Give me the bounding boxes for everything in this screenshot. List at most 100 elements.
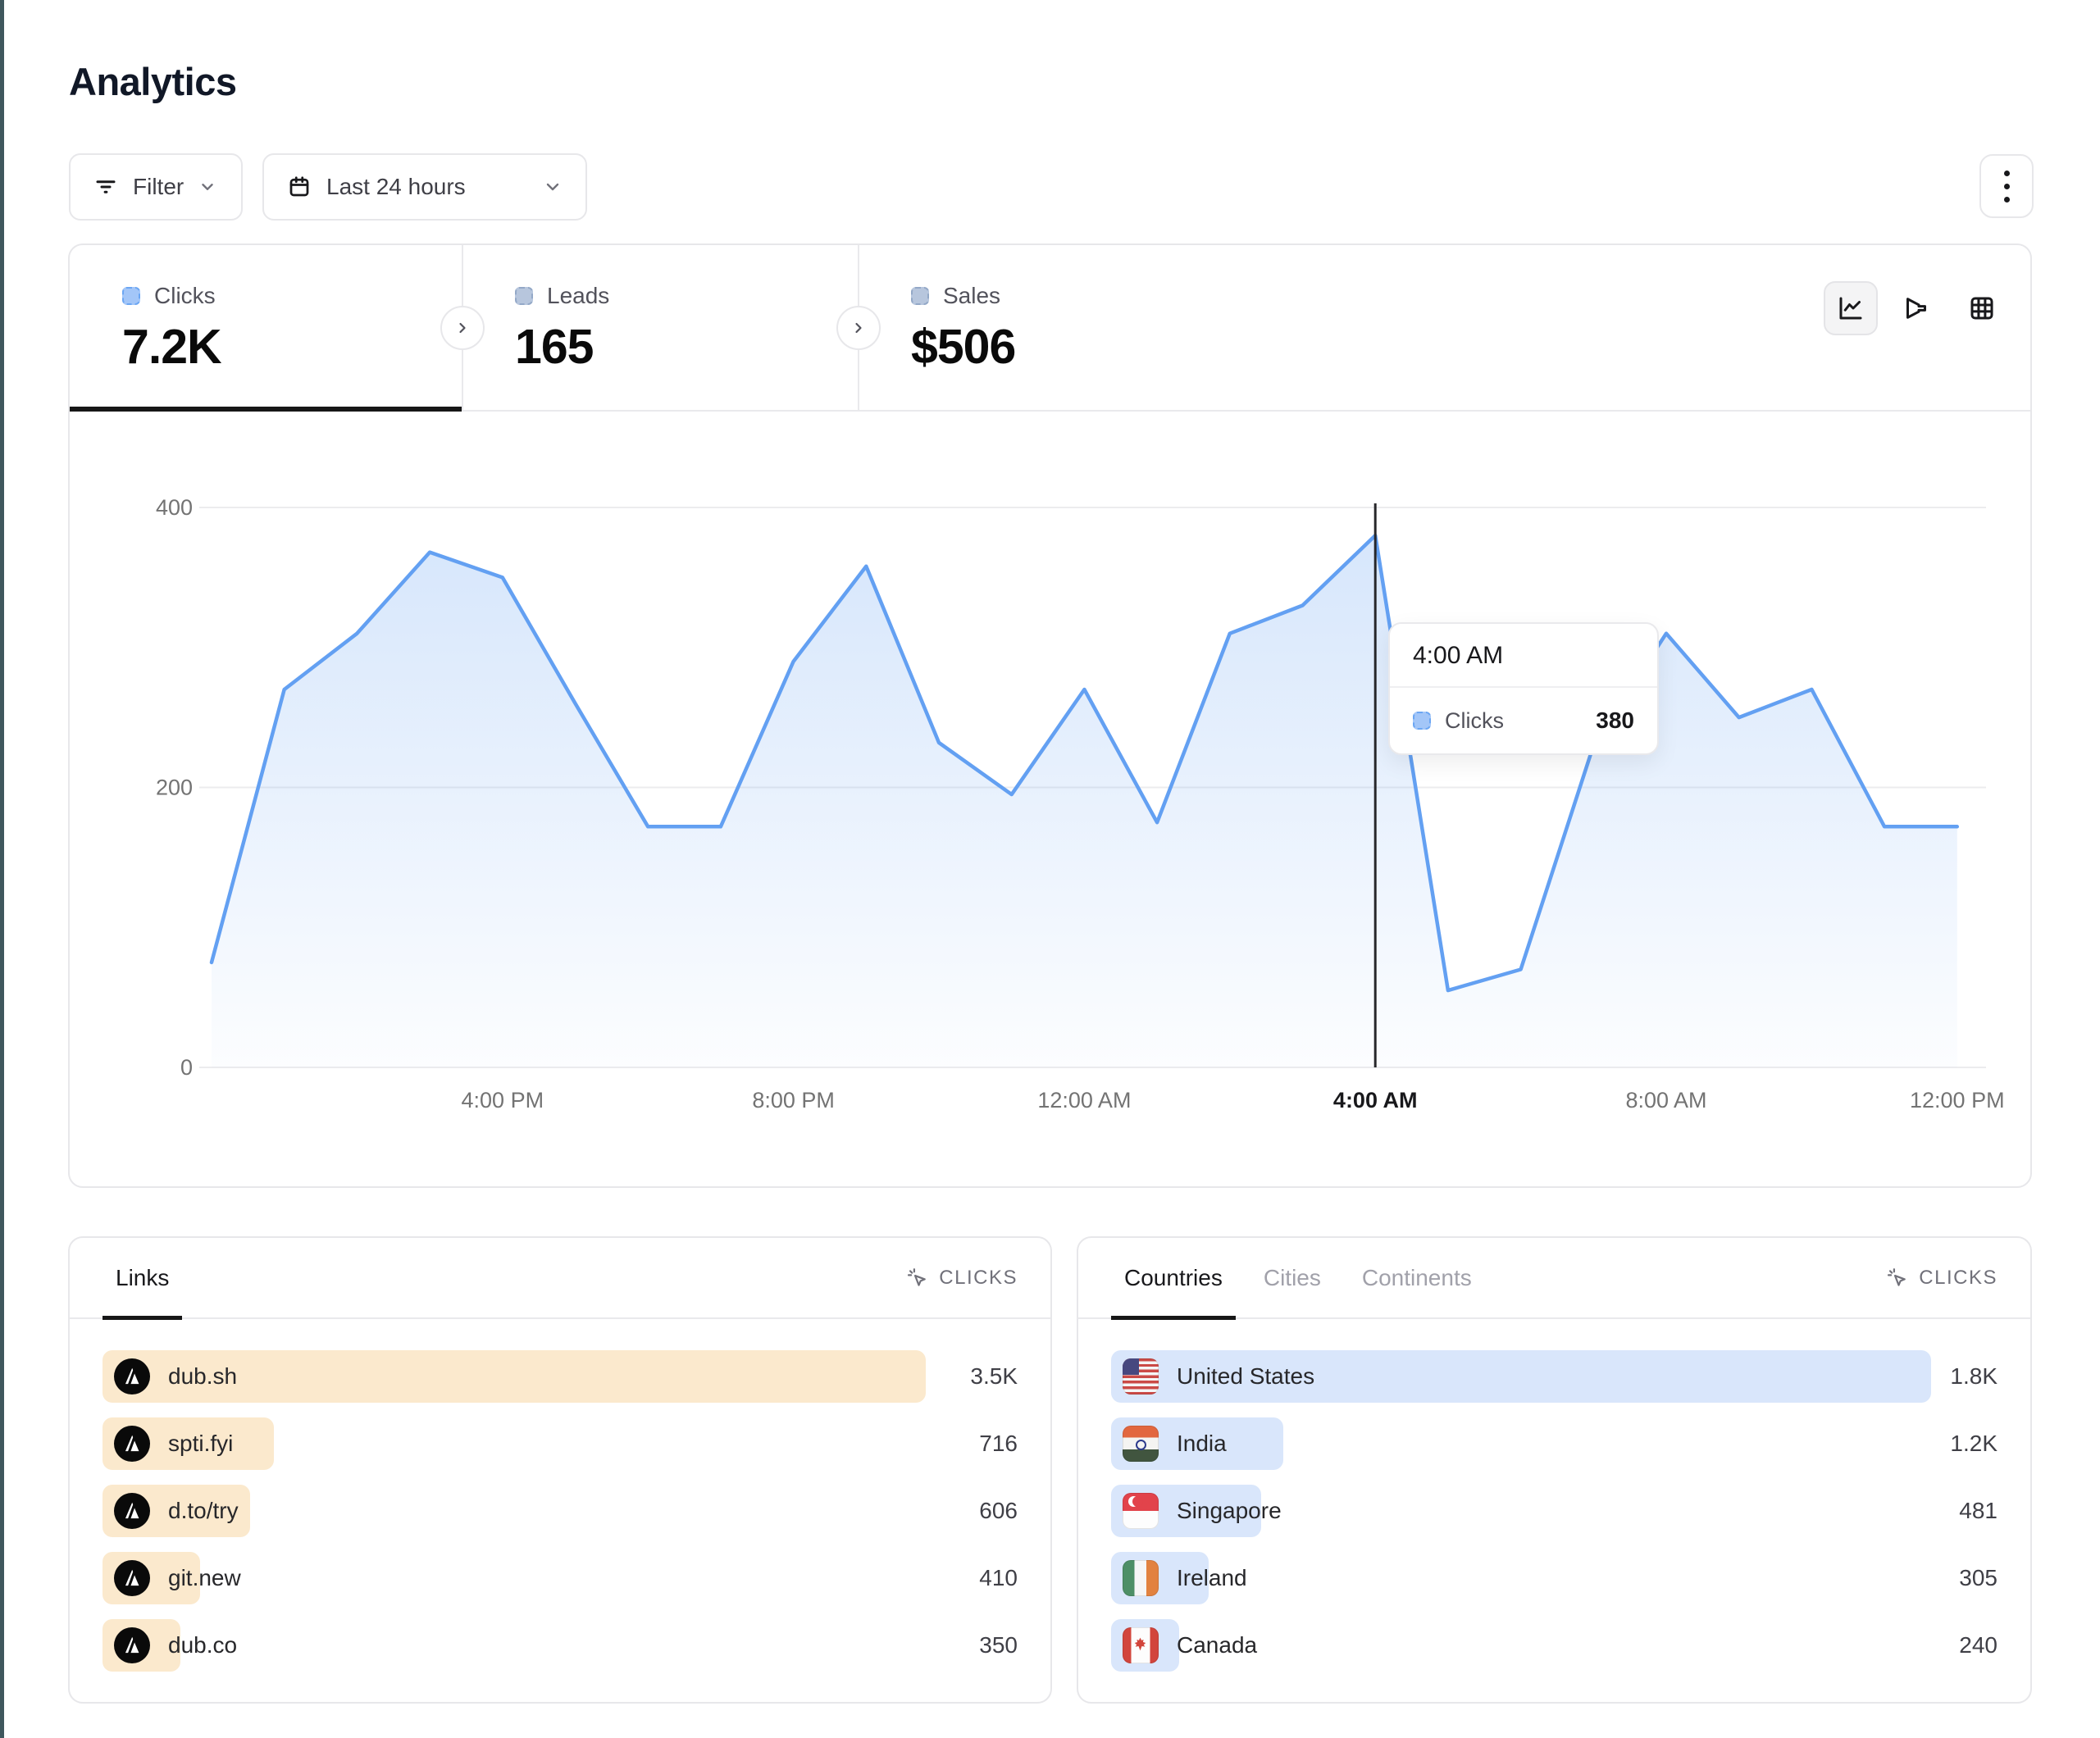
row-value: 350: [979, 1632, 1018, 1658]
links-panel-header: Links CLICKS: [70, 1238, 1050, 1319]
row-label: dub.sh: [168, 1363, 237, 1390]
tab-countries[interactable]: Countries: [1111, 1237, 1236, 1318]
page-title: Analytics: [69, 59, 236, 104]
clicks-metric-caption[interactable]: CLICKS: [1886, 1267, 1998, 1290]
cursor-click-icon: [1886, 1267, 1909, 1290]
svg-text:8:00 PM: 8:00 PM: [752, 1088, 835, 1112]
row-label: United States: [1177, 1363, 1314, 1390]
countries-panel: Countries Cities Continents CLICKS Unite…: [1077, 1236, 2032, 1704]
svg-text:0: 0: [180, 1055, 193, 1080]
line-chart-icon: [1836, 293, 1865, 323]
row-label: Ireland: [1177, 1565, 1247, 1591]
dub-logo-icon: [114, 1358, 150, 1394]
window-edge-strip: [0, 0, 4, 1738]
cursor-click-icon: [906, 1267, 929, 1290]
kebab-menu-icon: [2004, 171, 2010, 176]
chevron-down-icon: [543, 177, 563, 197]
tooltip-series-label: Clicks: [1445, 708, 1504, 734]
row-label: git.new: [168, 1565, 241, 1591]
row-label: India: [1177, 1431, 1227, 1457]
list-item[interactable]: Ireland 305: [1111, 1552, 1998, 1604]
row-value: 3.5K: [970, 1363, 1018, 1390]
filter-lines-icon: [93, 175, 118, 199]
countries-panel-header: Countries Cities Continents CLICKS: [1078, 1238, 2030, 1319]
row-value: 481: [1959, 1498, 1998, 1524]
analytics-chart-card: Clicks 7.2K Leads 165: [68, 243, 2032, 1188]
calendar-icon: [287, 175, 312, 199]
expand-metrics-button[interactable]: [440, 306, 485, 350]
row-value: 606: [979, 1498, 1018, 1524]
tab-cities[interactable]: Cities: [1250, 1237, 1334, 1318]
table-view-button[interactable]: [1955, 281, 2009, 335]
list-item[interactable]: dub.sh 3.5K: [102, 1350, 1018, 1403]
dub-logo-icon: [114, 1426, 150, 1462]
maple-leaf-icon: [1132, 1636, 1148, 1652]
links-tab-label: Links: [116, 1265, 169, 1291]
clicks-legend-swatch: [1413, 712, 1431, 730]
links-list: dub.sh 3.5K spti.fyi 716 d.to/try 606 git.new 4…: [70, 1319, 1050, 1672]
tab-links[interactable]: Links: [102, 1237, 182, 1318]
chevron-right-icon: [454, 320, 471, 336]
chevron-down-icon: [198, 178, 216, 196]
svg-text:200: 200: [156, 776, 193, 800]
row-label: Singapore: [1177, 1498, 1282, 1524]
row-value: 410: [979, 1565, 1018, 1591]
list-item[interactable]: dub.co 350: [102, 1619, 1018, 1672]
clicks-metric-caption[interactable]: CLICKS: [906, 1267, 1018, 1290]
list-item[interactable]: India 1.2K: [1111, 1417, 1998, 1470]
tab-continents[interactable]: Continents: [1349, 1237, 1485, 1318]
links-panel: Links CLICKS dub.sh 3.5K spti.fyi 716 d.to/t…: [68, 1236, 1052, 1704]
chevron-right-icon: [850, 320, 867, 336]
list-item[interactable]: Singapore 481: [1111, 1485, 1998, 1537]
row-value: 716: [979, 1431, 1018, 1457]
filter-button[interactable]: Filter: [69, 153, 243, 221]
svg-text:4:00 AM: 4:00 AM: [1333, 1088, 1418, 1112]
svg-text:12:00 PM: 12:00 PM: [1910, 1088, 2005, 1112]
list-item[interactable]: spti.fyi 716: [102, 1417, 1018, 1470]
dub-logo-icon: [114, 1493, 150, 1529]
list-item[interactable]: United States 1.8K: [1111, 1350, 1998, 1403]
table-grid-icon: [1967, 293, 1997, 323]
chart-canvas[interactable]: 02004004:00 PM8:00 PM12:00 AM4:00 AM8:00…: [70, 245, 2030, 1186]
cities-tab-label: Cities: [1264, 1265, 1321, 1291]
row-value: 305: [1959, 1565, 1998, 1591]
flag-icon-sg: [1123, 1493, 1159, 1529]
countries-tab-label: Countries: [1124, 1265, 1223, 1291]
filter-button-label: Filter: [133, 174, 184, 200]
countries-list: United States 1.8K India 1.2K Singapore 481 Ir…: [1078, 1319, 2030, 1672]
tooltip-value: 380: [1596, 707, 1634, 734]
flag-icon-ca: [1123, 1627, 1159, 1663]
line-chart-view-button[interactable]: [1824, 281, 1878, 335]
list-item[interactable]: d.to/try 606: [102, 1485, 1018, 1537]
tooltip-time: 4:00 AM: [1390, 624, 1657, 688]
analytics-page: Analytics Filter Last 24 hours Clicks: [0, 0, 2100, 1738]
continents-tab-label: Continents: [1362, 1265, 1472, 1291]
row-value: 1.2K: [1950, 1431, 1998, 1457]
flag-icon-ie: [1123, 1560, 1159, 1596]
row-label: dub.co: [168, 1632, 237, 1658]
dub-logo-icon: [114, 1560, 150, 1596]
list-item[interactable]: git.new 410: [102, 1552, 1018, 1604]
metric-caption-label: CLICKS: [939, 1267, 1018, 1290]
date-range-label: Last 24 hours: [326, 174, 466, 200]
svg-text:8:00 AM: 8:00 AM: [1625, 1088, 1706, 1112]
metric-caption-label: CLICKS: [1919, 1267, 1998, 1290]
svg-text:4:00 PM: 4:00 PM: [462, 1088, 544, 1112]
clicks-area-chart[interactable]: 02004004:00 PM8:00 PM12:00 AM4:00 AM8:00…: [70, 412, 2030, 1186]
funnel-chart-view-button[interactable]: [1889, 281, 1943, 335]
row-label: spti.fyi: [168, 1431, 233, 1457]
row-label: Canada: [1177, 1632, 1257, 1658]
row-label: d.to/try: [168, 1498, 239, 1524]
dub-logo-icon: [114, 1627, 150, 1663]
row-value: 1.8K: [1950, 1363, 1998, 1390]
flag-icon-in: [1123, 1426, 1159, 1462]
date-range-button[interactable]: Last 24 hours: [262, 153, 587, 221]
more-menu-button[interactable]: [1979, 154, 2034, 218]
flag-icon-us: [1123, 1358, 1159, 1394]
list-item[interactable]: Canada 240: [1111, 1619, 1998, 1672]
row-value: 240: [1959, 1632, 1998, 1658]
funnel-chart-icon: [1902, 293, 1931, 323]
expand-metrics-button[interactable]: [836, 306, 881, 350]
chart-view-switcher: [1824, 281, 2009, 335]
chart-tooltip: 4:00 AM Clicks 380: [1388, 622, 1659, 755]
